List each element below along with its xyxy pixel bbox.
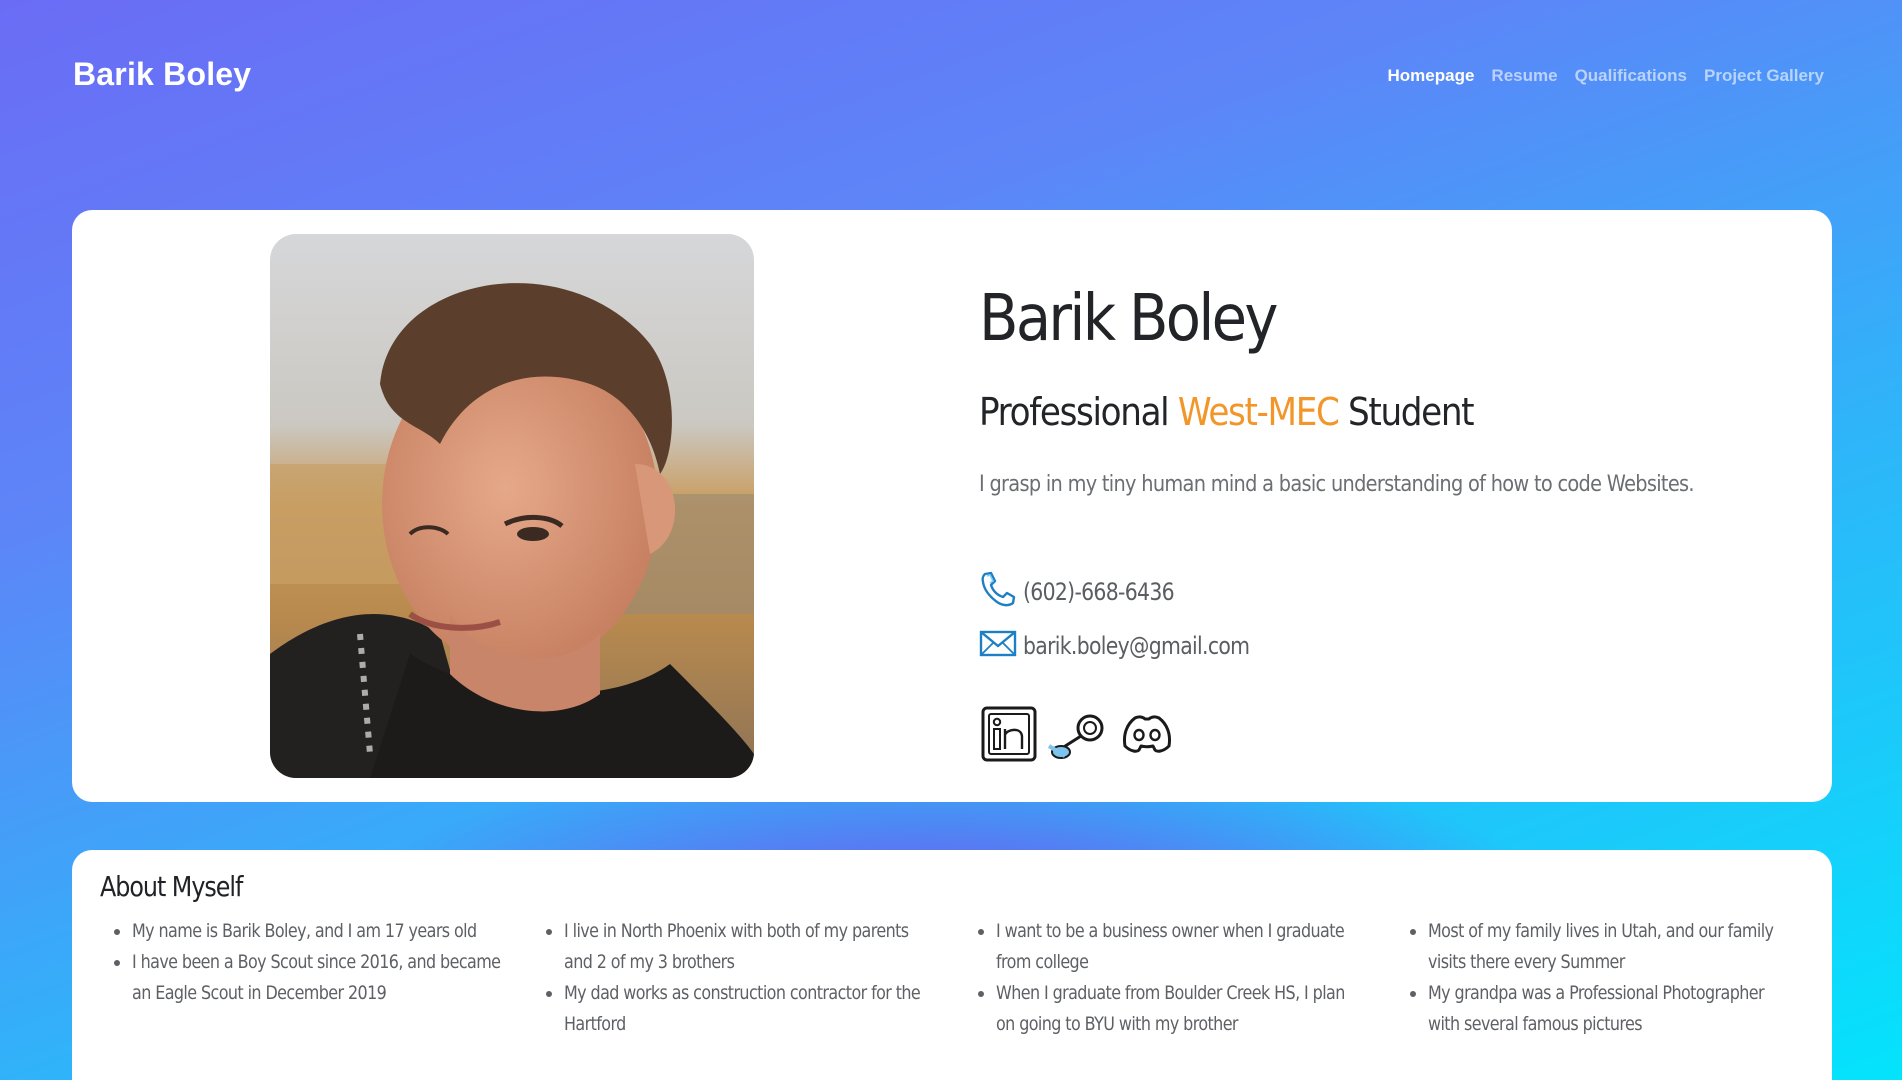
email-contact[interactable]: barik.boley@gmail.com [979,628,1289,664]
about-columns: My name is Barik Boley, and I am 17 year… [100,916,1820,1040]
list-item: My name is Barik Boley, and I am 17 year… [132,916,532,947]
tagline-prefix: Professional [979,390,1170,434]
list-item: I want to be a business owner when I gra… [996,916,1396,978]
linkedin-icon[interactable] [979,704,1039,768]
about-card: About Myself My name is Barik Boley, and… [72,850,1832,1080]
about-column-2: I live in North Phoenix with both of my … [532,916,964,1040]
list-item: My grandpa was a Professional Photograph… [1428,978,1828,1040]
tagline-highlight: West-MEC [1177,390,1340,434]
site-brand[interactable]: Barik Boley [73,56,251,93]
mail-icon [979,628,1017,664]
list-item: When I graduate from Boulder Creek HS, I… [996,978,1396,1040]
email-address[interactable]: barik.boley@gmail.com [1023,632,1250,660]
tagline-suffix: Student [1348,390,1475,434]
list-item: I have been a Boy Scout since 2016, and … [132,947,532,1009]
about-column-4: Most of my family lives in Utah, and our… [1396,916,1828,1040]
list-item: My dad works as construction contractor … [564,978,964,1040]
nav-homepage[interactable]: Homepage [1388,66,1475,86]
list-item: I live in North Phoenix with both of my … [564,916,964,978]
nav-qualifications[interactable]: Qualifications [1575,66,1687,86]
profile-name: Barik Boley [979,282,1278,356]
list-item: Most of my family lives in Utah, and our… [1428,916,1828,978]
phone-icon [979,570,1017,614]
profile-blurb: I grasp in my tiny human mind a basic un… [979,472,1695,497]
discord-icon[interactable] [1115,704,1179,768]
about-title: About Myself [100,870,243,903]
social-links [979,704,1179,768]
profile-tagline: Professional West-MEC Student [979,390,1475,434]
steam-icon[interactable] [1045,704,1109,768]
phone-number[interactable]: (602)-668-6436 [1023,578,1175,606]
hero-card: Barik Boley Professional West-MEC Studen… [72,210,1832,802]
about-column-3: I want to be a business owner when I gra… [964,916,1396,1040]
nav-project-gallery[interactable]: Project Gallery [1704,66,1824,86]
about-column-1: My name is Barik Boley, and I am 17 year… [100,916,532,1040]
main-nav: Homepage Resume Qualifications Project G… [1388,66,1825,86]
phone-contact[interactable]: (602)-668-6436 [979,570,1201,614]
profile-photo [270,234,754,778]
nav-resume[interactable]: Resume [1491,66,1557,86]
